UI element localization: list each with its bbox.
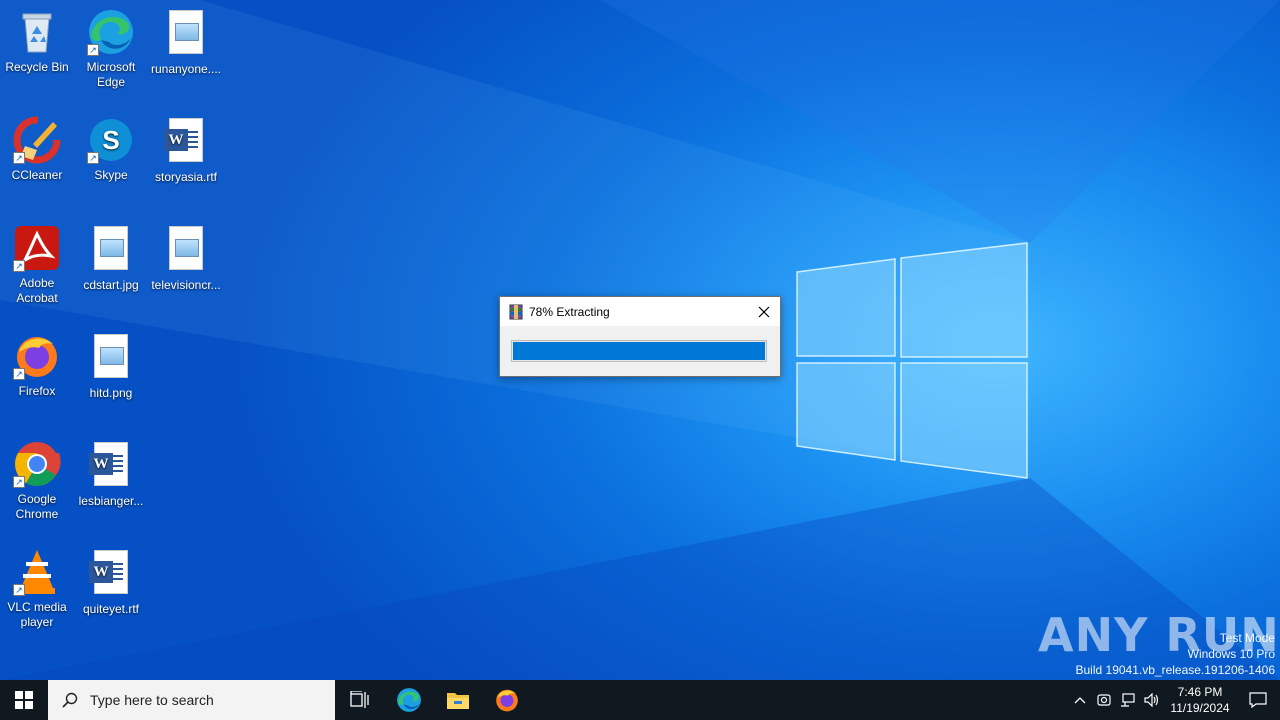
desktop-icon-label: storyasia.rtf (154, 170, 217, 184)
taskbar: Type here to search 7:46 PM 11/19/2024 (0, 680, 1280, 720)
image-file-icon (87, 334, 135, 382)
speaker-icon (1144, 693, 1159, 707)
skype-icon: S ↗ (87, 116, 135, 164)
shortcut-arrow-icon: ↗ (13, 476, 25, 488)
shortcut-arrow-icon: ↗ (13, 260, 25, 272)
progress-fill (513, 342, 765, 360)
desktop-icon-cdstart[interactable]: cdstart.jpg (73, 224, 149, 293)
desktop-icon-storyasia[interactable]: W storyasia.rtf (148, 116, 224, 185)
webcam-icon (1097, 694, 1111, 706)
desktop-icon-label: VLC media player (7, 600, 67, 629)
desktop-icon-runanyone[interactable]: runanyone.... (148, 8, 224, 77)
image-file-icon (87, 226, 135, 274)
firefox-icon (495, 689, 518, 712)
desktop-icon-firefox[interactable]: ↗ Firefox (0, 332, 75, 399)
image-file-icon (162, 10, 210, 58)
shortcut-arrow-icon: ↗ (13, 584, 25, 596)
windows-watermark: Test Mode Windows 10 Pro Build 19041.vb_… (1076, 630, 1276, 678)
taskbar-clock[interactable]: 7:46 PM 11/19/2024 (1168, 684, 1232, 716)
desktop-icon-google-chrome[interactable]: ↗ Google Chrome (0, 440, 75, 522)
clock-date: 11/19/2024 (1170, 701, 1230, 715)
image-file-icon (162, 226, 210, 274)
shortcut-arrow-icon: ↗ (87, 44, 99, 56)
tray-app-button[interactable] (1092, 680, 1116, 720)
ccleaner-icon: ↗ (13, 116, 61, 164)
folder-icon (446, 693, 469, 709)
dialog-body (500, 326, 780, 376)
desktop-icon-label: Skype (94, 168, 128, 182)
desktop-icon-label: runanyone.... (150, 62, 222, 76)
shortcut-arrow-icon: ↗ (87, 152, 99, 164)
notification-icon (1249, 692, 1267, 708)
desktop-icon-label: CCleaner (11, 168, 63, 182)
chevron-up-icon (1074, 697, 1086, 704)
task-view-icon (349, 691, 369, 708)
desktop-icon-vlc[interactable]: ↗ VLC media player (0, 548, 75, 630)
taskbar-edge-button[interactable] (384, 680, 433, 720)
taskbar-search-box[interactable]: Type here to search (48, 680, 335, 720)
task-view-button[interactable] (335, 680, 384, 720)
watermark-test-mode: Test Mode (1219, 631, 1275, 645)
desktop-icon-label: hitd.png (89, 386, 133, 400)
taskbar-file-explorer-button[interactable] (433, 680, 482, 720)
shortcut-arrow-icon: ↗ (13, 368, 25, 380)
system-tray: 7:46 PM 11/19/2024 (1068, 680, 1280, 720)
chrome-icon: ↗ (13, 440, 61, 488)
search-placeholder: Type here to search (90, 692, 214, 708)
word-document-icon: W (87, 550, 135, 598)
dialog-titlebar[interactable]: 78% Extracting (500, 297, 780, 326)
desktop-icon-label: Microsoft Edge (86, 60, 136, 89)
desktop-icon-label: Recycle Bin (5, 60, 69, 74)
desktop-icon-lesbianger[interactable]: W lesbianger... (73, 440, 149, 509)
desktop-icon-skype[interactable]: S ↗ Skype (73, 116, 149, 183)
close-icon (758, 306, 770, 317)
taskbar-firefox-button[interactable] (482, 680, 531, 720)
desktop-icon-hitd[interactable]: hitd.png (73, 332, 149, 401)
close-button[interactable] (748, 297, 780, 326)
firefox-icon: ↗ (13, 332, 61, 380)
action-center-button[interactable] (1236, 680, 1280, 720)
watermark-edition: Windows 10 Pro (1187, 647, 1275, 661)
edge-icon: ↗ (87, 8, 135, 56)
shortcut-arrow-icon: ↗ (13, 152, 25, 164)
desktop-icon-label: Google Chrome (15, 492, 59, 521)
clock-time: 7:46 PM (1177, 685, 1223, 699)
desktop-icon-televisioncr[interactable]: televisioncr... (148, 224, 224, 293)
desktop-icon-label: lesbianger... (78, 494, 144, 508)
word-document-icon: W (162, 118, 210, 166)
desktop-icon-label: quiteyet.rtf (82, 602, 140, 616)
word-document-icon: W (87, 442, 135, 490)
desktop-icon-recycle-bin[interactable]: Recycle Bin (0, 8, 75, 75)
windows-start-icon (15, 691, 33, 709)
dialog-title: 78% Extracting (529, 304, 610, 319)
winrar-icon (508, 304, 524, 320)
search-icon (62, 692, 78, 708)
desktop-icon-microsoft-edge[interactable]: ↗ Microsoft Edge (73, 8, 149, 90)
desktop-icon-ccleaner[interactable]: ↗ CCleaner (0, 116, 75, 183)
show-hidden-icons-button[interactable] (1068, 680, 1092, 720)
adobe-acrobat-icon: ↗ (13, 224, 61, 272)
desktop-icon-label: cdstart.jpg (83, 278, 139, 292)
edge-icon (396, 688, 421, 712)
svg-text:S: S (102, 125, 119, 155)
desktop-icon-label: televisioncr... (151, 278, 221, 292)
start-button[interactable] (0, 680, 48, 720)
watermark-build: Build 19041.vb_release.191206-1406 (1075, 663, 1276, 677)
desktop-icon-quiteyet[interactable]: W quiteyet.rtf (73, 548, 149, 617)
desktop-icon-label: Firefox (18, 384, 56, 398)
network-icon (1121, 693, 1135, 707)
vlc-icon: ↗ (13, 548, 61, 596)
recycle-bin-icon (13, 8, 61, 56)
network-button[interactable] (1116, 680, 1140, 720)
extract-dialog: 78% Extracting (499, 296, 781, 377)
windows-logo (796, 242, 1028, 479)
desktop-icon-label: Adobe Acrobat (16, 276, 58, 305)
extract-progress-bar (511, 340, 767, 362)
desktop-icon-adobe-acrobat[interactable]: ↗ Adobe Acrobat (0, 224, 75, 306)
volume-button[interactable] (1140, 680, 1164, 720)
